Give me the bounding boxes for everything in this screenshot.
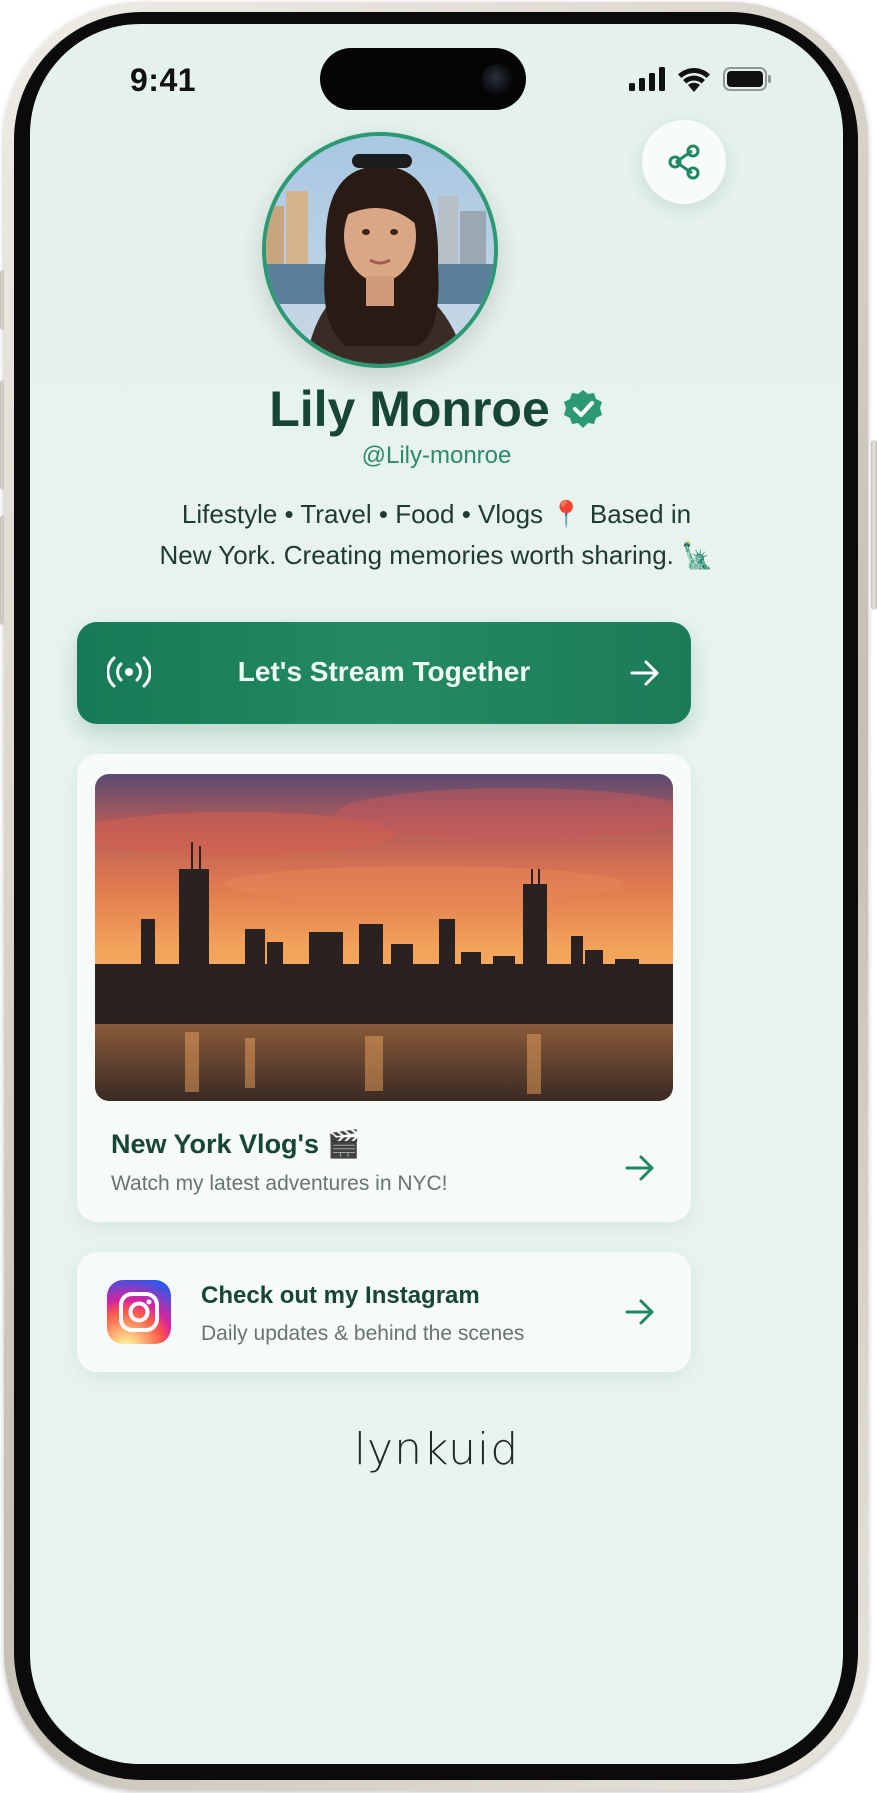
bio-line: Lifestyle • Travel • Food • Vlogs 📍 Base…	[181, 499, 692, 529]
share-icon	[668, 144, 700, 180]
status-time: 9:41	[130, 62, 197, 98]
stream-button[interactable]: Let's Stream Together	[77, 622, 691, 724]
share-button[interactable]	[642, 120, 726, 204]
profile-bio: Lifestyle • Travel • Food • Vlogs 📍 Base…	[90, 494, 783, 576]
bio-line: New York. Creating memories worth sharin…	[159, 540, 714, 570]
screen: 9:41 Lily Monroe @Lily-monroe Lifestyle …	[30, 24, 843, 1764]
verified-badge-icon	[563, 390, 602, 428]
instagram-subtitle: Daily updates & behind the scenes	[201, 1322, 525, 1345]
battery-icon	[723, 67, 771, 91]
vlog-subtitle: Watch my latest adventures in NYC!	[111, 1172, 448, 1195]
profile-handle: @Lily-monroe	[361, 442, 512, 469]
camera-icon	[482, 64, 512, 94]
dynamic-island	[320, 48, 526, 110]
arrow-right-icon	[625, 1299, 654, 1325]
arrow-right-icon	[630, 660, 659, 686]
wifi-icon	[678, 68, 710, 92]
vlog-title: New York Vlog's 🎬	[111, 1129, 361, 1159]
profile-name: Lily Monroe	[269, 381, 550, 437]
signal-icon	[629, 67, 665, 91]
stream-button-label: Let's Stream Together	[237, 656, 531, 687]
avatar-image	[266, 136, 494, 364]
vlog-card[interactable]: New York Vlog's 🎬 Watch my latest advent…	[77, 754, 691, 1222]
arrow-right-icon	[625, 1155, 654, 1181]
power-button	[871, 440, 877, 610]
status-icons	[629, 66, 773, 92]
instagram-icon	[107, 1280, 171, 1344]
profile-name-row: Lily Monroe	[30, 380, 843, 438]
instagram-title: Check out my Instagram	[201, 1282, 480, 1309]
brand-logo: lynkuid	[353, 1424, 520, 1475]
instagram-card[interactable]: Check out my Instagram Daily updates & b…	[77, 1252, 691, 1372]
avatar	[262, 132, 498, 368]
vlog-thumbnail	[95, 774, 673, 1101]
